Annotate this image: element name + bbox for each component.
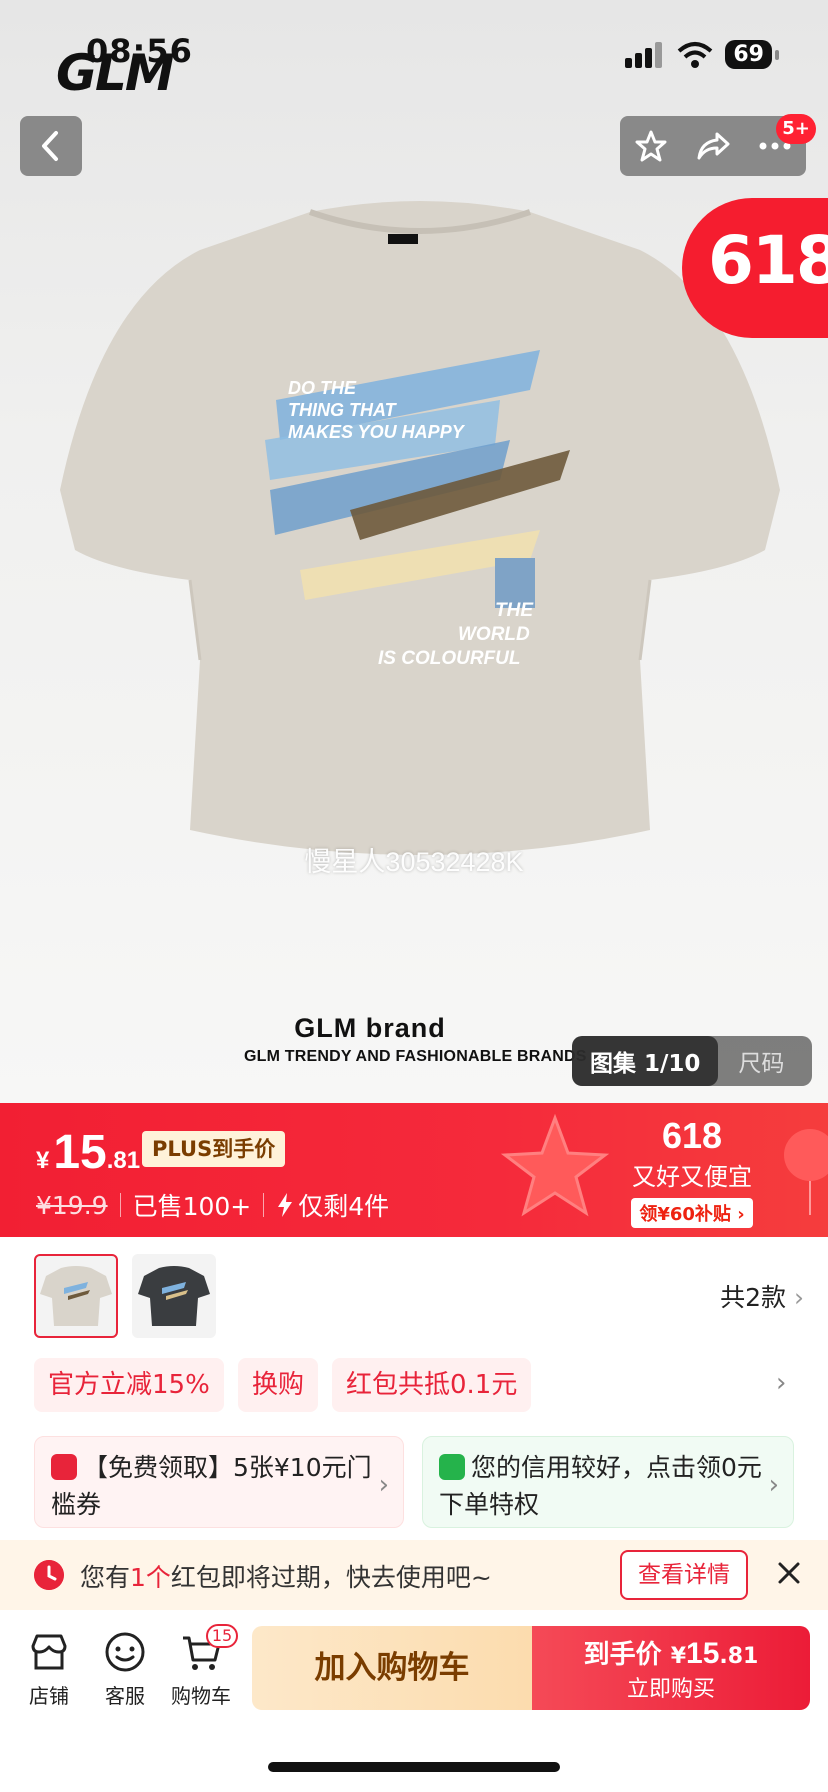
back-button[interactable]	[20, 116, 82, 176]
print-text-top-2: THING THAT	[288, 400, 398, 420]
buy-integer: 15	[686, 1637, 720, 1670]
expire-count: 1个	[130, 1563, 171, 1592]
favorite-star-icon[interactable]	[634, 129, 668, 163]
shopping-bag-icon	[439, 1454, 465, 1480]
event-618-block: 618 又好又便宜 领¥60补贴 ›	[612, 1115, 772, 1228]
chevron-right-icon: ›	[768, 1470, 779, 1500]
buy-currency: ¥	[670, 1644, 687, 1669]
beige-tshirt-thumb	[40, 1266, 112, 1326]
sold-count: 已售100+	[132, 1192, 252, 1221]
close-icon[interactable]	[772, 1556, 806, 1590]
sku-row: 共2款 ›	[0, 1250, 828, 1340]
home-indicator[interactable]	[268, 1762, 560, 1772]
price-band: ¥ 15 .81 PLUS到手价 ¥19.9 已售100+ 仅剩4件 618 又…	[0, 1103, 828, 1237]
chevron-left-icon	[42, 131, 58, 161]
coupon-discount[interactable]: 官方立减15%	[34, 1358, 224, 1412]
view-details-button[interactable]: 查看详情	[620, 1550, 748, 1600]
store-icon	[31, 1634, 67, 1670]
nav-service-label: 客服	[105, 1684, 145, 1708]
chevron-right-icon: ›	[776, 1368, 787, 1398]
image-watermark: 慢星人30532428K	[304, 847, 524, 877]
chevron-right-icon: ›	[378, 1470, 389, 1500]
nav-service[interactable]: 客服	[90, 1630, 160, 1709]
current-price: ¥ 15 .81	[36, 1125, 140, 1180]
divider	[263, 1193, 265, 1217]
price-meta: ¥19.9 已售100+ 仅剩4件	[36, 1187, 389, 1223]
stock-remaining: 仅剩4件	[298, 1192, 390, 1221]
lightning-icon	[278, 1193, 293, 1217]
buy-now-label: 立即购买	[626, 1677, 715, 1702]
subsidy-button[interactable]: 领¥60补贴 ›	[631, 1198, 753, 1228]
plus-price-tag: PLUS到手价	[142, 1131, 286, 1167]
buy-price-line: 到手价 ¥15.81	[532, 1634, 810, 1671]
price-decimal: .81	[106, 1147, 141, 1174]
size-tab[interactable]: 尺码	[718, 1044, 784, 1078]
print-text-bottom-2: WORLD	[458, 624, 530, 645]
expire-suffix: 红包即将过期，快去使用吧~	[170, 1563, 492, 1592]
nav-shop-label: 店铺	[29, 1684, 69, 1708]
sku-count-link[interactable]: 共2款 ›	[720, 1278, 804, 1314]
balloon-icon	[784, 1129, 828, 1215]
expire-text: 您有1个红包即将过期，快去使用吧~	[80, 1558, 492, 1594]
price-integer: 15	[53, 1126, 107, 1179]
dark-tshirt-thumb	[138, 1266, 210, 1326]
expire-prefix: 您有	[80, 1563, 131, 1592]
credit-text: 您的信用较好，点击领0元下单特权	[439, 1453, 762, 1519]
buy-now-button[interactable]: 到手价 ¥15.81 立即购买	[532, 1626, 810, 1710]
notification-badge: 5+	[776, 114, 816, 144]
print-text-bottom-1: THE	[495, 600, 534, 621]
coupon-row[interactable]: 官方立减15% 换购 红包共抵0.1元 ›	[0, 1358, 828, 1412]
free-coupon-card[interactable]: 【免费领取】5张¥10元门槛券 ›	[34, 1436, 404, 1528]
nav-cart-label: 购物车	[171, 1684, 231, 1708]
sku-thumb-dark[interactable]	[132, 1254, 216, 1338]
sku-count-label: 共2款	[720, 1283, 787, 1312]
customer-service-icon	[105, 1632, 145, 1672]
promo-618-badge[interactable]: 618	[682, 198, 828, 338]
print-text-top-3: MAKES YOU HAPPY	[288, 422, 466, 442]
product-image-area[interactable]: DO THE THING THAT MAKES YOU HAPPY THE WO…	[0, 0, 828, 1103]
coupon-redpacket[interactable]: 红包共抵0.1元	[332, 1358, 532, 1412]
subsidy-label: 领¥60补贴	[639, 1204, 731, 1225]
status-icons: 69	[625, 40, 779, 69]
battery-level: 69	[725, 40, 779, 69]
star-balloon-icon	[500, 1113, 610, 1217]
original-price: ¥19.9	[36, 1190, 108, 1220]
cart-count-badge: 15	[206, 1624, 238, 1648]
print-text-top-1: DO THE	[288, 378, 357, 398]
coupon-bag-icon	[51, 1454, 77, 1480]
expire-notice-bar: 您有1个红包即将过期，快去使用吧~ 查看详情	[0, 1540, 828, 1610]
add-to-cart-button[interactable]: 加入购物车	[252, 1626, 532, 1710]
nav-cart[interactable]: 购物车 15	[166, 1624, 238, 1709]
wifi-icon	[678, 41, 713, 68]
clock-icon	[34, 1560, 64, 1590]
gallery-tab[interactable]: 图集 1/10	[572, 1036, 719, 1086]
buy-prefix: 到手价	[583, 1640, 662, 1670]
sku-thumb-beige[interactable]	[34, 1254, 118, 1338]
chevron-right-icon: ›	[794, 1283, 804, 1312]
price-currency: ¥	[36, 1147, 50, 1174]
credit-card[interactable]: 您的信用较好，点击领0元下单特权 ›	[422, 1436, 794, 1528]
nav-shop[interactable]: 店铺	[14, 1630, 84, 1709]
buy-decimal: .81	[719, 1644, 759, 1669]
divider	[119, 1193, 121, 1217]
free-coupon-text: 【免费领取】5张¥10元门槛券	[51, 1453, 372, 1519]
cellular-signal-icon	[625, 41, 663, 68]
coupon-exchange[interactable]: 换购	[238, 1358, 319, 1412]
image-brand-subtitle: GLM TRENDY AND FASHIONABLE BRANDS	[244, 1048, 587, 1065]
event-slogan: 又好又便宜	[632, 1163, 752, 1191]
print-text-bottom-3: IS COLOURFUL	[378, 648, 521, 669]
gallery-switcher: 图集 1/10 尺码	[572, 1036, 812, 1086]
event-title: 618	[661, 1115, 723, 1156]
brand-logo: GLM	[56, 44, 175, 102]
share-icon[interactable]	[695, 130, 731, 162]
